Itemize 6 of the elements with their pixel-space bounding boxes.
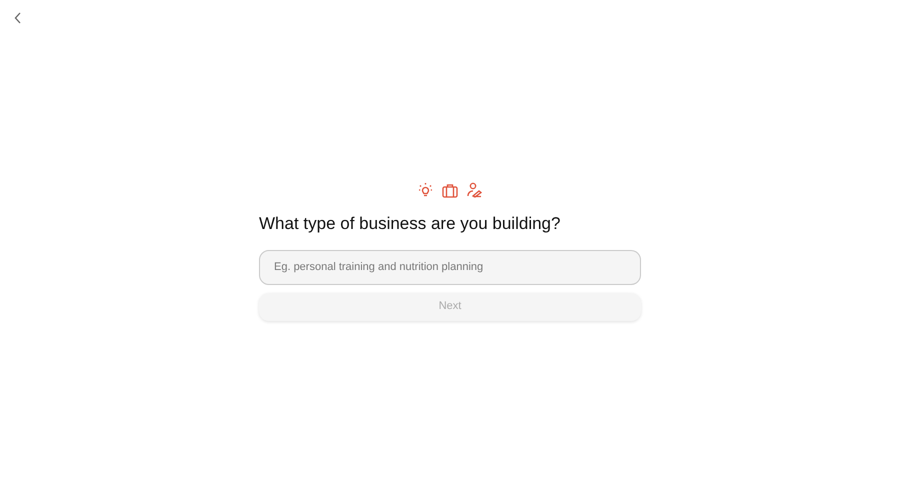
person-with-pen-icon [467, 182, 482, 198]
input-field[interactable]: Eg. personal training and nutrition planning [259, 250, 641, 284]
question-heading: What type of business are you building? [259, 213, 560, 235]
briefcase-icon [442, 182, 458, 198]
lightbulb-icon [418, 182, 433, 198]
back-icon[interactable] [14, 12, 22, 24]
